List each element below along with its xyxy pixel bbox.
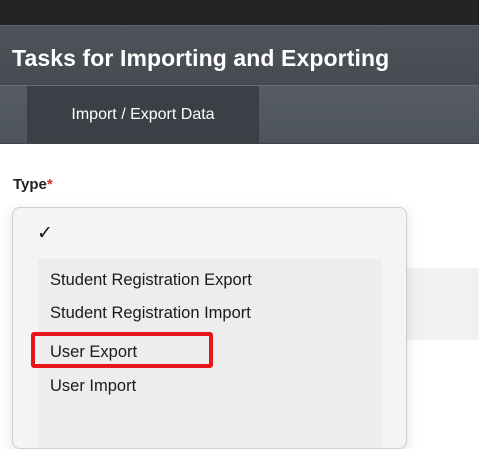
- checkmark-icon: ✓: [37, 222, 53, 244]
- tab-bar: Import / Export Data: [0, 85, 479, 144]
- type-dropdown-menu[interactable]: ✓ Student Registration Export Student Re…: [12, 207, 407, 449]
- type-label-text: Type: [13, 176, 47, 193]
- option-student-registration-import[interactable]: Student Registration Import: [50, 304, 251, 323]
- tab-import-export-data[interactable]: Import / Export Data: [27, 86, 259, 143]
- type-field-label: Type*: [13, 176, 53, 193]
- dropdown-options-list: Student Registration Export Student Regi…: [38, 259, 382, 448]
- top-bar: [0, 0, 479, 25]
- option-user-export[interactable]: User Export: [50, 343, 137, 362]
- option-student-registration-export[interactable]: Student Registration Export: [50, 271, 252, 290]
- page-header: Tasks for Importing and Exporting: [0, 25, 479, 86]
- required-marker: *: [46, 176, 53, 193]
- page-title: Tasks for Importing and Exporting: [12, 45, 390, 71]
- option-user-import[interactable]: User Import: [50, 377, 136, 396]
- dropdown-empty-option[interactable]: ✓: [13, 208, 406, 258]
